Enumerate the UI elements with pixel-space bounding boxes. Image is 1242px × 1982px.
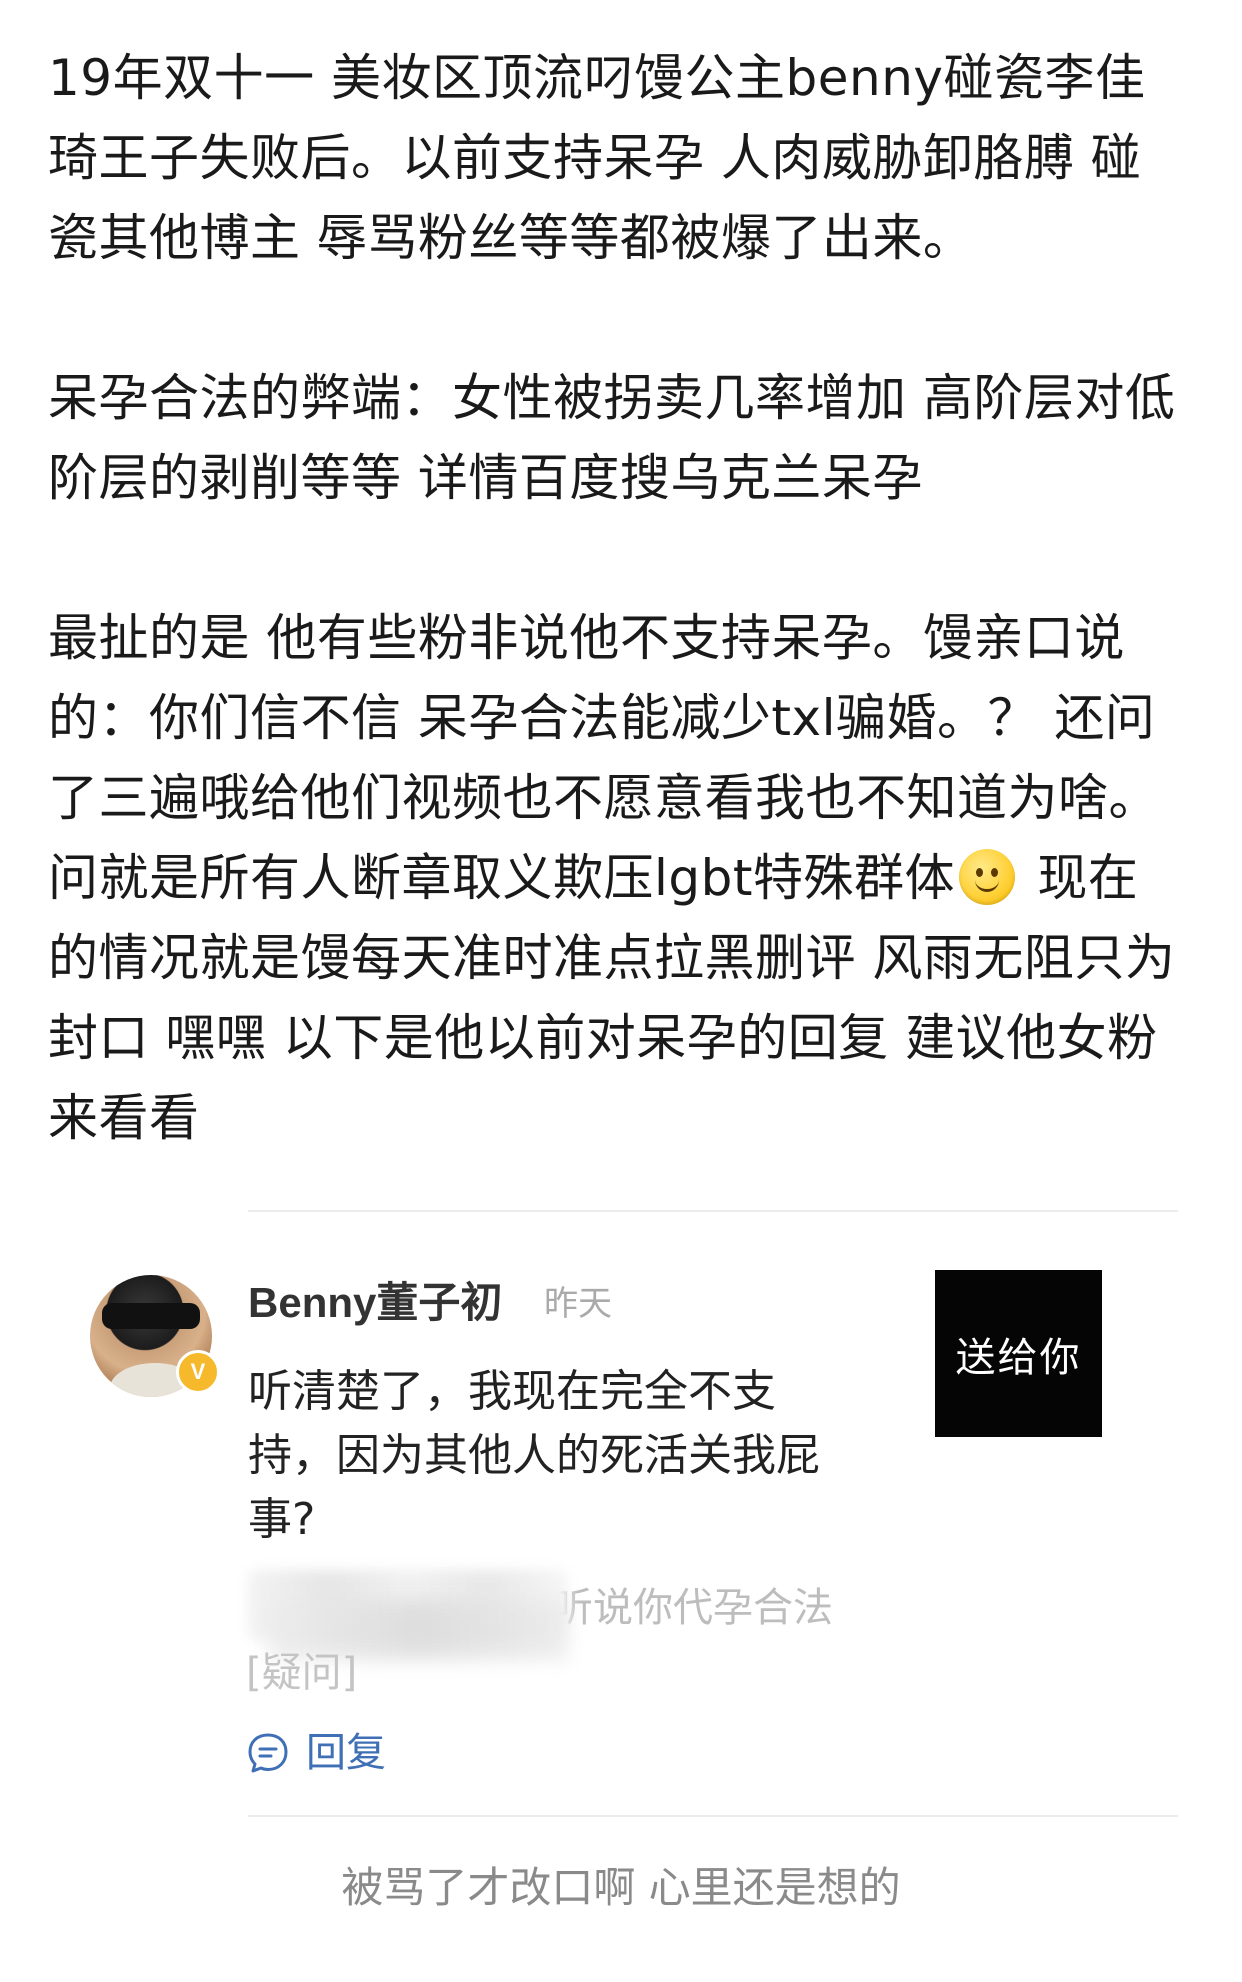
reply-label: 回复 bbox=[306, 1730, 386, 1776]
quoted-emoji-tag: [疑问] bbox=[246, 1650, 358, 1696]
comment-text: 听清楚了，我现在完全不支持，因为其他人的死活关我屁事? bbox=[248, 1366, 820, 1545]
post-paragraph-2: 呆孕合法的弊端：女性被拐卖几率增加 高阶层对低阶层的剥削等等 详情百度搜乌克兰呆… bbox=[48, 369, 1176, 507]
top-divider bbox=[248, 1210, 1178, 1212]
quoted-comment-visible-text: 听说你代孕合法 bbox=[553, 1585, 833, 1631]
verified-badge-icon: V bbox=[176, 1350, 220, 1394]
reply-button[interactable]: 回复 bbox=[246, 1725, 386, 1781]
caption-text: 被骂了才改口啊 心里还是想的 bbox=[341, 1863, 901, 1912]
comment-thumbnail-image[interactable]: 送给你 bbox=[935, 1270, 1102, 1437]
reply-bubble-icon bbox=[248, 1733, 288, 1773]
comment-username[interactable]: Benny董子初 bbox=[248, 1275, 502, 1331]
bottom-divider bbox=[248, 1815, 1178, 1817]
post-paragraph-3: 最扯的是 他有些粉非说他不支持呆孕。馒亲口说的：你们信不信 呆孕合法能减少txl… bbox=[48, 598, 1178, 1158]
smiley-emoji-icon bbox=[958, 849, 1015, 905]
post-paragraph-1: 19年双十一 美妆区顶流叼馒公主benny碰瓷李佳琦王子失败后。以前支持呆孕 人… bbox=[48, 49, 1146, 267]
comment-timestamp: 昨天 bbox=[544, 1284, 612, 1324]
post-body: 19年双十一 美妆区顶流叼馒公主benny碰瓷李佳琦王子失败后。以前支持呆孕 人… bbox=[48, 38, 1178, 1158]
thumbnail-text: 送给你 bbox=[955, 1334, 1082, 1381]
